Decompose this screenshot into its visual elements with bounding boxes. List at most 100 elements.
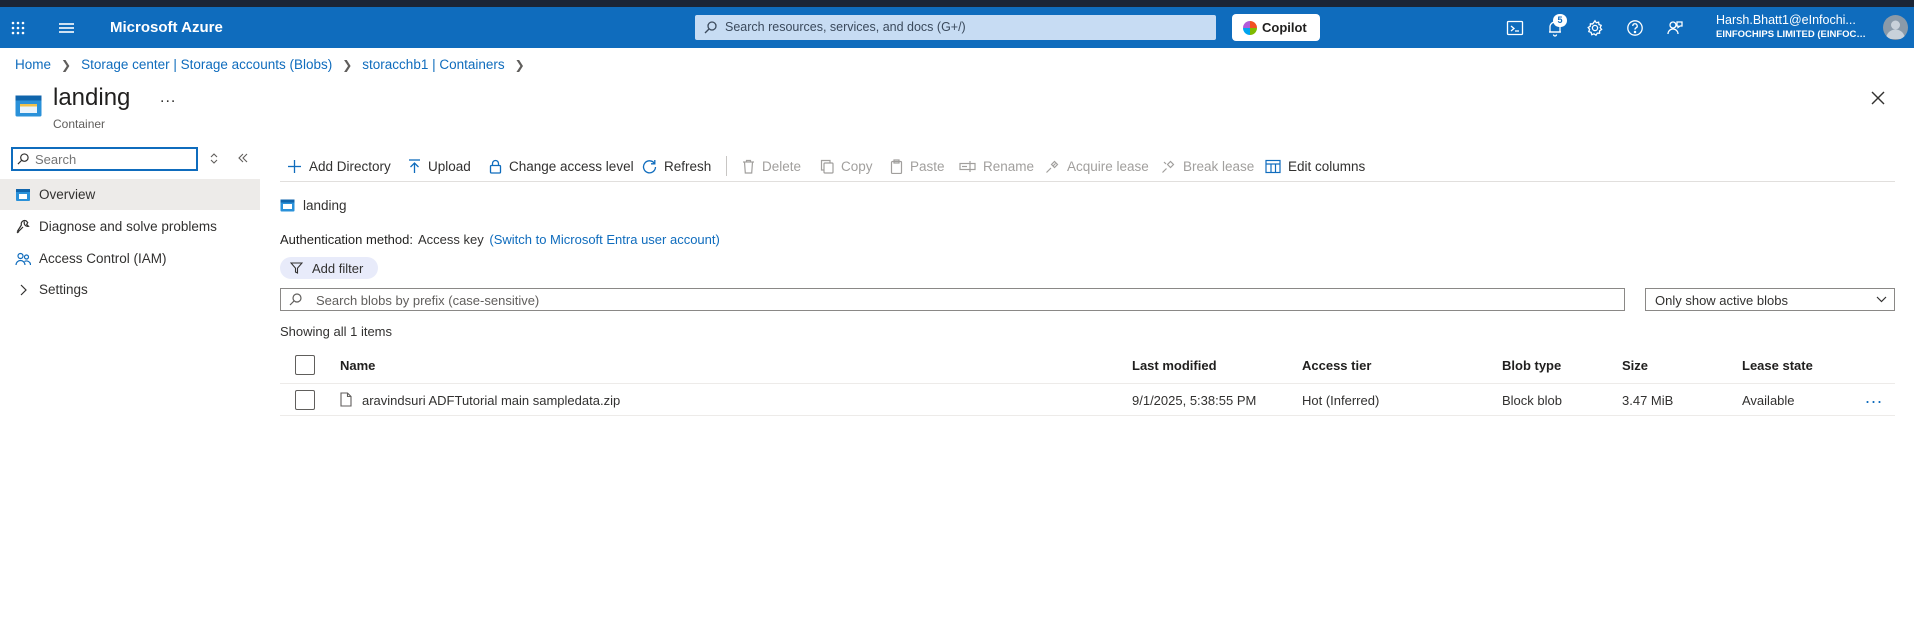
copilot-label: Copilot [1262, 20, 1307, 35]
file-icon [340, 392, 352, 407]
chevron-down-icon [1876, 296, 1887, 303]
column-header-last-modified[interactable]: Last modified [1132, 358, 1217, 373]
copy-label: Copy [841, 158, 873, 174]
nav-search-input[interactable] [11, 147, 198, 171]
sidebar-item-label: Overview [39, 187, 96, 202]
sidebar-item-label: Access Control (IAM) [39, 251, 167, 266]
switch-auth-link[interactable]: (Switch to Microsoft Entra user account) [489, 232, 719, 247]
breadcrumb-containers[interactable]: storacchb1 | Containers [362, 57, 504, 72]
sidebar-item-settings[interactable]: Settings [0, 274, 260, 305]
hamburger-icon[interactable] [58, 20, 75, 36]
user-name: Harsh.Bhatt1@eInfochi... [1716, 13, 1856, 27]
column-header-blob-type[interactable]: Blob type [1502, 358, 1561, 373]
delete-button[interactable]: Delete [742, 154, 801, 178]
search-icon [704, 21, 717, 34]
brand-title[interactable]: Microsoft Azure [110, 19, 223, 36]
waffle-icon[interactable] [10, 20, 26, 36]
page-title: landing [53, 84, 131, 111]
column-header-size[interactable]: Size [1622, 358, 1648, 373]
delete-label: Delete [762, 158, 802, 174]
add-filter-button[interactable]: Add filter [280, 257, 378, 279]
chevron-right-icon: ❯ [61, 57, 72, 72]
edit-columns-button[interactable]: Edit columns [1265, 154, 1365, 178]
break-lease-label: Break lease [1183, 158, 1255, 174]
rename-button[interactable]: Rename [959, 154, 1034, 178]
change-access-level-button[interactable]: Change access level [489, 154, 634, 178]
blob-access-tier: Hot (Inferred) [1302, 393, 1380, 408]
upload-button[interactable]: Upload [408, 154, 471, 178]
auth-method-key: Authentication method: [280, 232, 413, 247]
more-actions-button[interactable]: ... [160, 89, 176, 107]
table-row[interactable]: aravindsuri ADFTutorial main sampledata.… [280, 383, 1895, 416]
collapse-nav-icon[interactable] [237, 152, 249, 164]
column-header-lease-state[interactable]: Lease state [1742, 358, 1813, 373]
nav-search-field[interactable] [35, 151, 193, 167]
sidebar-item-label: Settings [39, 282, 88, 297]
add-filter-label: Add filter [312, 260, 364, 276]
refresh-button[interactable]: Refresh [642, 154, 711, 178]
copy-button[interactable]: Copy [820, 154, 873, 178]
copilot-button[interactable]: Copilot [1232, 14, 1320, 41]
global-search-input[interactable]: Search resources, services, and docs (G+… [695, 15, 1216, 40]
avatar[interactable] [1883, 15, 1908, 40]
toolbar-separator [280, 181, 1895, 182]
column-header-name[interactable]: Name [340, 358, 375, 373]
column-header-access-tier[interactable]: Access tier [1302, 358, 1371, 373]
chevron-right-icon: ❯ [514, 57, 525, 72]
breadcrumb-home[interactable]: Home [15, 57, 51, 72]
sidebar-item-iam[interactable]: Access Control (IAM) [0, 243, 260, 274]
chevron-right-icon: ❯ [342, 57, 353, 72]
break-lease-button[interactable]: Break lease [1161, 154, 1254, 178]
blob-search-input[interactable]: Search blobs by prefix (case-sensitive) [280, 288, 1625, 311]
blob-size: 3.47 MiB [1622, 393, 1674, 408]
wrench-icon [15, 219, 31, 235]
search-icon [17, 153, 29, 165]
auth-method-value: Access key [417, 232, 484, 247]
add-directory-label: Add Directory [309, 158, 391, 174]
gear-icon[interactable] [1586, 19, 1604, 37]
container-path-label[interactable]: landing [303, 198, 347, 213]
rename-label: Rename [983, 158, 1035, 174]
toolbar-divider [726, 156, 727, 176]
blob-lease-state: Available [1742, 393, 1795, 408]
global-search-placeholder: Search resources, services, and docs (G+… [725, 20, 966, 34]
container-icon [280, 199, 303, 212]
acquire-lease-button[interactable]: Acquire lease [1045, 154, 1149, 178]
blob-last-modified: 9/1/2025, 5:38:55 PM [1132, 393, 1257, 408]
user-tenant: EINFOCHIPS LIMITED (EINFOCHI... [1716, 29, 1872, 40]
filter-icon [290, 262, 303, 274]
breadcrumb: Home ❯ Storage center | Storage accounts… [15, 57, 535, 72]
change-access-label: Change access level [509, 158, 634, 174]
cloud-shell-icon[interactable] [1506, 19, 1524, 37]
account-menu[interactable]: Harsh.Bhatt1@eInfochi... EINFOCHIPS LIMI… [1716, 13, 1880, 40]
refresh-label: Refresh [664, 158, 712, 174]
portal-header: Microsoft Azure Search resources, servic… [0, 7, 1914, 48]
paste-button[interactable]: Paste [890, 154, 945, 178]
sort-updown-icon[interactable] [209, 152, 219, 165]
select-all-checkbox[interactable] [295, 355, 315, 375]
feedback-icon[interactable] [1666, 19, 1684, 37]
item-count: Showing all 1 items [280, 324, 392, 339]
row-more-button[interactable]: ... [1865, 387, 1883, 408]
table-header: Name Last modified Access tier Blob type… [280, 348, 1895, 382]
blob-filter-dropdown[interactable]: Only show active blobs [1645, 288, 1895, 311]
row-checkbox[interactable] [295, 390, 315, 410]
blob-name-link[interactable]: aravindsuri ADFTutorial main sampledata.… [362, 393, 620, 408]
acquire-lease-label: Acquire lease [1067, 158, 1149, 174]
close-icon[interactable] [1871, 91, 1885, 105]
blob-type: Block blob [1502, 393, 1562, 408]
notification-badge: 5 [1553, 14, 1567, 27]
overview-icon [15, 187, 31, 203]
sidebar-item-diagnose[interactable]: Diagnose and solve problems [0, 211, 260, 242]
top-strip [0, 0, 1914, 7]
add-directory-button[interactable]: Add Directory [287, 154, 391, 178]
sidebar-item-overview[interactable]: Overview [0, 179, 260, 210]
blob-search-placeholder: Search blobs by prefix (case-sensitive) [316, 293, 540, 308]
people-icon [15, 251, 31, 267]
paste-label: Paste [910, 158, 945, 174]
breadcrumb-storage-center[interactable]: Storage center | Storage accounts (Blobs… [81, 57, 332, 72]
chevron-right-icon [15, 282, 31, 298]
help-icon[interactable] [1626, 19, 1644, 37]
copilot-icon [1243, 21, 1257, 35]
search-icon [289, 293, 302, 306]
